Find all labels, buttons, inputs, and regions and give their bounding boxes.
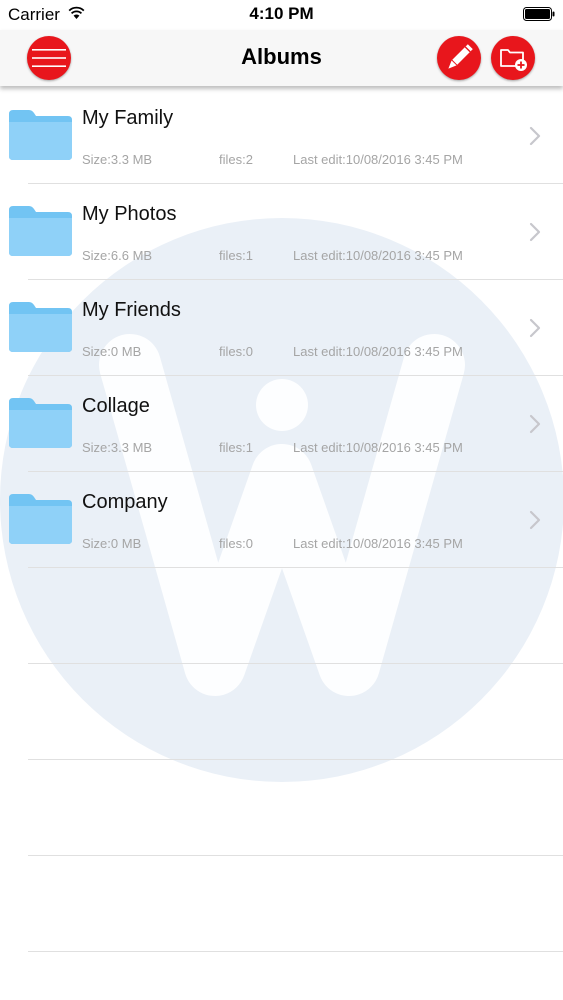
empty-row xyxy=(28,664,563,760)
chevron-right-icon xyxy=(529,222,541,242)
album-file-count: files:1 xyxy=(219,248,253,263)
album-size: Size:6.6 MB xyxy=(82,248,153,263)
folder-icon xyxy=(9,302,72,352)
album-row[interactable]: My Friends Size:0 MB files:0 Last edit:1… xyxy=(9,280,563,376)
empty-row xyxy=(28,568,563,664)
album-file-count: files:0 xyxy=(219,344,253,359)
album-row[interactable]: My Family Size:3.3 MB files:2 Last edit:… xyxy=(9,88,563,184)
chevron-right-icon xyxy=(529,126,541,146)
chevron-right-icon xyxy=(529,414,541,434)
status-time: 4:10 PM xyxy=(249,4,314,23)
folder-icon xyxy=(9,398,72,448)
empty-row xyxy=(28,856,563,952)
pencil-icon xyxy=(448,44,473,69)
battery-icon xyxy=(523,7,555,21)
album-size: Size:3.3 MB xyxy=(82,152,153,167)
album-last-edit: Last edit:10/08/2016 3:45 PM xyxy=(293,152,463,167)
album-size: Size:0 MB xyxy=(82,536,142,551)
album-list: My Family Size:3.3 MB files:2 Last edit:… xyxy=(0,88,563,952)
edit-button[interactable] xyxy=(437,36,481,80)
add-album-button[interactable] xyxy=(491,36,535,80)
album-file-count: files:1 xyxy=(219,440,253,455)
folder-icon xyxy=(9,206,72,256)
folder-icon xyxy=(9,494,72,544)
chevron-right-icon xyxy=(529,510,541,530)
album-name: Collage xyxy=(82,395,150,417)
chevron-right-icon xyxy=(529,318,541,338)
folder-add-icon xyxy=(500,49,527,71)
album-name: My Friends xyxy=(82,299,181,321)
navigation-bar: Albums xyxy=(0,30,563,86)
album-row[interactable]: My Photos Size:6.6 MB files:1 Last edit:… xyxy=(9,184,563,280)
album-size: Size:3.3 MB xyxy=(82,440,153,455)
album-file-count: files:2 xyxy=(219,152,253,167)
album-last-edit: Last edit:10/08/2016 3:45 PM xyxy=(293,248,463,263)
album-name: My Family xyxy=(82,107,174,129)
album-last-edit: Last edit:10/08/2016 3:45 PM xyxy=(293,344,463,359)
album-name: Company xyxy=(82,491,168,513)
album-row[interactable]: Company Size:0 MB files:0 Last edit:10/0… xyxy=(9,472,563,568)
folder-icon xyxy=(9,110,72,160)
album-row[interactable]: Collage Size:3.3 MB files:1 Last edit:10… xyxy=(9,376,563,472)
album-file-count: files:0 xyxy=(219,536,253,551)
album-last-edit: Last edit:10/08/2016 3:45 PM xyxy=(293,440,463,455)
album-name: My Photos xyxy=(82,203,177,225)
album-last-edit: Last edit:10/08/2016 3:45 PM xyxy=(293,536,463,551)
album-size: Size:0 MB xyxy=(82,344,142,359)
status-bar: Carrier 4:10 PM xyxy=(0,0,563,30)
empty-row xyxy=(28,760,563,856)
